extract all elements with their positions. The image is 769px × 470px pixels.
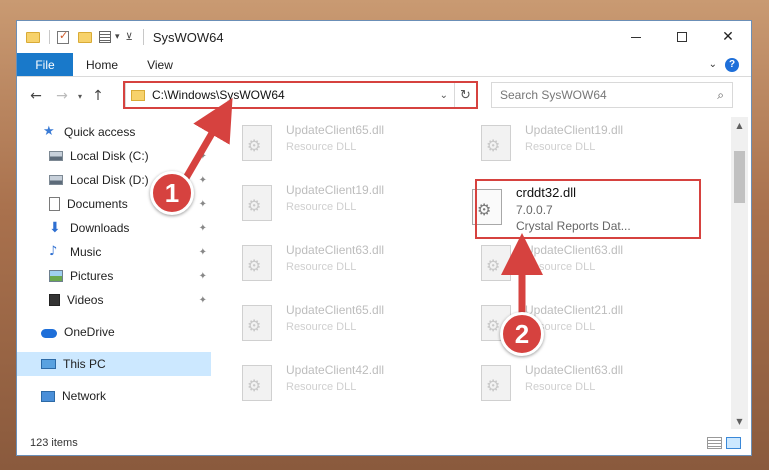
annotation-arrows <box>182 97 543 318</box>
arrow-to-address-bar <box>182 97 233 180</box>
step-1-badge: 1 <box>150 171 194 215</box>
step-2-badge: 2 <box>500 312 544 356</box>
